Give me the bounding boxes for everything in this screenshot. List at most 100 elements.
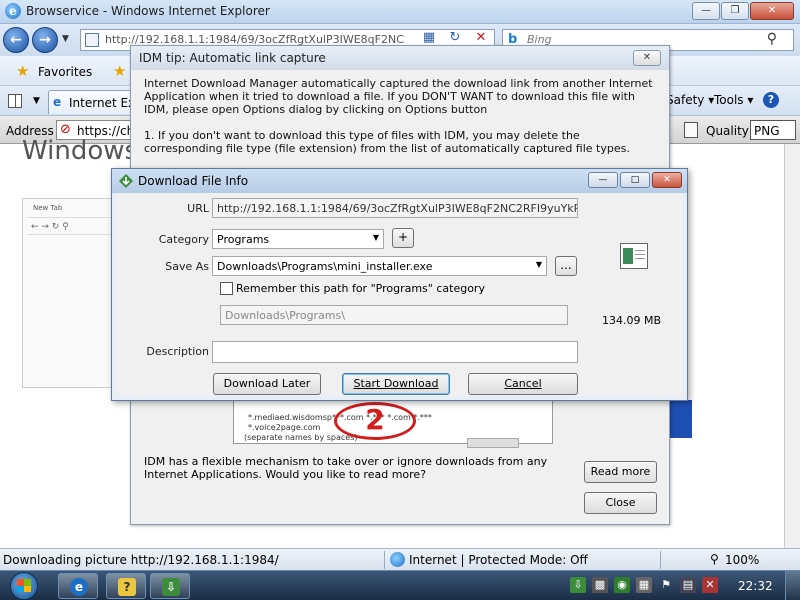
clock[interactable]: 22:32 xyxy=(738,579,773,593)
file-size: 134.09 MB xyxy=(602,314,662,327)
dfi-window-controls: — □ ✕ xyxy=(588,172,682,188)
remember-path-label: Remember this path for "Programs" catego… xyxy=(236,282,485,295)
safety-label: Safety xyxy=(666,93,705,107)
idm-tip-paragraph1: Internet Download Manager automatically … xyxy=(144,77,653,116)
ie-title-bar: e Browservice - Windows Internet Explore… xyxy=(0,0,800,24)
vertical-scrollbar[interactable] xyxy=(784,144,800,548)
ie-taskbar-icon: e xyxy=(70,578,88,596)
status-separator xyxy=(384,551,385,569)
description-label: Description xyxy=(146,345,209,358)
url-field[interactable]: http://192.168.1.1:1984/69/3ocZfRgtXulP3… xyxy=(212,198,578,218)
dfi-maximize-button[interactable]: □ xyxy=(620,172,650,188)
browse-button[interactable]: ... xyxy=(555,256,577,276)
search-icon[interactable]: ⚲ xyxy=(767,31,777,47)
save-as-combo[interactable]: Downloads\Programs\mini_installer.exe ▼ xyxy=(212,256,547,276)
status-separator xyxy=(660,551,661,569)
tab-ie-icon: e xyxy=(53,95,62,109)
category-select[interactable]: Programs ▼ xyxy=(212,229,384,249)
quality-value: PNG xyxy=(754,124,780,138)
dfi-titlebar: Download File Info — □ ✕ xyxy=(112,169,687,193)
insecure-icon: ⊘ xyxy=(60,122,71,137)
preview-nav-icons: ← → ↻ ⚲ xyxy=(31,222,69,232)
ie-logo-icon: e xyxy=(5,3,21,19)
remember-path-checkbox[interactable] xyxy=(220,282,233,295)
taskbar-idm[interactable]: ⇩ xyxy=(150,573,190,599)
dfi-title: Download File Info xyxy=(138,174,249,188)
close-button[interactable]: ✕ xyxy=(750,2,794,20)
clipboard-icon[interactable] xyxy=(684,122,698,138)
page-icon xyxy=(85,33,99,47)
start-download-button[interactable]: Start Download xyxy=(342,373,450,395)
inset-button-graphic xyxy=(467,438,519,448)
read-more-button[interactable]: Read more xyxy=(584,461,657,483)
minimize-button[interactable]: — xyxy=(692,2,720,20)
idm-tray-icon[interactable]: ⇩ xyxy=(570,577,586,593)
page-blue-element xyxy=(670,400,692,438)
safety-menu[interactable]: Safety ▾ xyxy=(666,93,714,107)
tip-close-button[interactable]: Close xyxy=(584,492,657,514)
help-taskbar-icon: ? xyxy=(118,578,136,596)
category-label: Category xyxy=(158,233,209,246)
save-as-value: Downloads\Programs\mini_installer.exe xyxy=(217,260,433,273)
recent-pages-dropdown[interactable]: ▼ xyxy=(62,34,69,44)
window-controls: — ❐ ✕ xyxy=(692,2,794,20)
network-icon[interactable]: ▤ xyxy=(680,577,696,593)
idm-tip-close-button[interactable]: ✕ xyxy=(633,50,661,66)
tools-menu[interactable]: Tools ▾ xyxy=(714,93,753,107)
taskbar-ie[interactable]: e xyxy=(58,573,98,599)
tray-icon[interactable]: ▩ xyxy=(592,577,608,593)
security-zone-text[interactable]: Internet | Protected Mode: Off xyxy=(409,553,588,567)
restore-button[interactable]: ❐ xyxy=(721,2,749,20)
action-center-flag-icon[interactable]: ⚑ xyxy=(658,577,674,593)
tray-icon[interactable]: ▦ xyxy=(636,577,652,593)
download-later-label: Download Later xyxy=(223,377,311,390)
remember-path-field: Downloads\Programs\ xyxy=(220,305,568,325)
quality-selector[interactable]: PNG xyxy=(750,120,796,140)
favorites-star-icon[interactable]: ★ xyxy=(16,62,29,80)
zoom-level[interactable]: 100% xyxy=(725,553,759,567)
taskbar-help[interactable]: ? xyxy=(106,573,146,599)
file-type-icon xyxy=(620,243,648,269)
dfi-body: URL http://192.168.1.1:1984/69/3ocZfRgtX… xyxy=(117,193,682,396)
help-icon[interactable]: ? xyxy=(763,92,779,108)
idm-tip-paragraph2: 1. If you don't want to download this ty… xyxy=(144,129,630,155)
windows-flag-icon-lower xyxy=(17,586,31,592)
download-file-info-dialog: Download File Info — □ ✕ URL http://192.… xyxy=(111,168,688,401)
browser-tab[interactable]: e Internet Explorer xyxy=(48,90,170,114)
dfi-close-button[interactable]: ✕ xyxy=(652,172,682,188)
idm-tip-body: Internet Download Manager automatically … xyxy=(144,77,654,155)
status-text: Downloading picture http://192.168.1.1:1… xyxy=(3,553,279,567)
circled-step-marker: 2 xyxy=(334,402,416,440)
tray-icon[interactable]: ◉ xyxy=(614,577,630,593)
cancel-label: Cancel xyxy=(504,377,542,390)
chevron-down-icon: ▼ xyxy=(372,233,379,242)
description-input[interactable] xyxy=(212,341,578,363)
window-title: Browservice - Windows Internet Explorer xyxy=(26,4,270,18)
favorites-button[interactable]: Favorites xyxy=(38,65,92,79)
start-button[interactable] xyxy=(4,571,44,600)
back-button[interactable]: ← xyxy=(3,27,29,53)
start-download-label: Start Download xyxy=(353,377,439,390)
show-desktop-button[interactable] xyxy=(785,571,800,600)
cancel-button[interactable]: Cancel xyxy=(468,373,578,395)
volume-muted-icon[interactable]: ✕ xyxy=(702,577,718,593)
taskbar: e ? ⇩ ⇩ ▩ ◉ ▦ ⚑ ▤ ✕ 22:32 xyxy=(0,570,800,600)
status-bar: Downloading picture http://192.168.1.1:1… xyxy=(0,548,800,570)
zoom-icon[interactable]: ⚲ xyxy=(710,552,719,566)
tab-list-dropdown[interactable]: ▼ xyxy=(33,96,40,106)
url-label: URL xyxy=(187,202,209,215)
download-later-button[interactable]: Download Later xyxy=(213,373,321,395)
idm-tip-bottom-text: IDM has a flexible mechanism to take ove… xyxy=(144,455,548,481)
add-category-button[interactable]: + xyxy=(392,228,414,248)
add-favorites-icon[interactable]: ★ xyxy=(113,62,126,80)
tools-label: Tools xyxy=(714,93,744,107)
idm-tip-title: IDM tip: Automatic link capture xyxy=(139,51,326,65)
idm-taskbar-icon: ⇩ xyxy=(162,578,180,596)
idm-tip-titlebar: IDM tip: Automatic link capture ✕ xyxy=(131,46,669,70)
internet-zone-icon xyxy=(390,552,405,567)
system-tray: ⇩ ▩ ◉ ▦ ⚑ ▤ ✕ xyxy=(570,577,718,593)
quick-tabs-icon[interactable] xyxy=(8,94,22,108)
forward-button[interactable]: → xyxy=(32,27,58,53)
dfi-minimize-button[interactable]: — xyxy=(588,172,618,188)
preview-tab-label: New Tab xyxy=(33,204,63,212)
